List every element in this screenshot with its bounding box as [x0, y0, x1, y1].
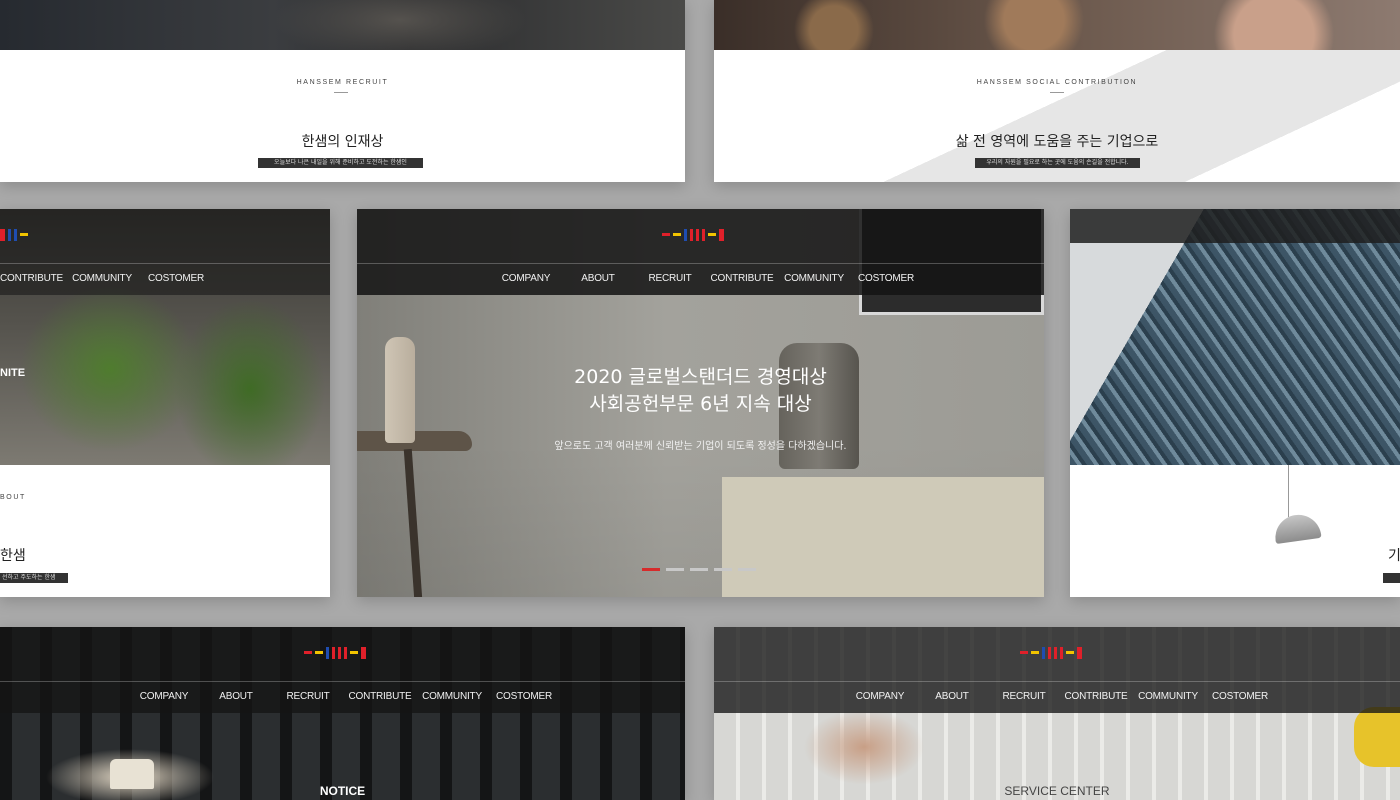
watch-shape: [1354, 707, 1400, 767]
building-header-bar: [1070, 209, 1400, 243]
recruit-divider: [334, 92, 348, 93]
service-nav: COMPANY ABOUT RECRUIT CONTRIBUTE COMMUNI…: [844, 691, 1276, 702]
social-preview-card: HANSSEM SOCIAL CONTRIBUTION 삶 전 영역에 도움을 …: [714, 0, 1400, 182]
service-nav-company[interactable]: COMPANY: [844, 691, 916, 702]
main-logo-icon[interactable]: [662, 229, 724, 241]
social-subtitle: 우리의 자원을 필요로 하는 곳에 도움의 손길을 전합니다.: [975, 158, 1140, 168]
service-preview-card: COMPANY ABOUT RECRUIT CONTRIBUTE COMMUNI…: [714, 627, 1400, 800]
about-nav-contribute[interactable]: CONTRIBUTE: [0, 273, 63, 284]
pendant-lamp-icon: [1288, 465, 1289, 517]
main-nav-about[interactable]: ABOUT: [562, 273, 634, 284]
service-nav-costomer[interactable]: COSTOMER: [1204, 691, 1276, 702]
main-hero-line1: 2020 글로벌스탠더드 경영대상: [574, 366, 827, 388]
about-nav: CONTRIBUTE COMMUNITY COSTOMER: [0, 273, 210, 284]
recruit-preview-card: HANSSEM RECRUIT 한샘의 인재상 오늘보다 나은 내일을 위해 준…: [0, 0, 685, 182]
notice-label: NOTICE: [319, 784, 366, 798]
notice-nav-costomer[interactable]: COSTOMER: [488, 691, 560, 702]
slide-indicator: [642, 568, 756, 571]
service-label: SERVICE CENTER: [1004, 784, 1110, 798]
about-preview-card: CONTRIBUTE COMMUNITY COSTOMER NITE BOUT …: [0, 209, 330, 597]
about-title: 한샘: [0, 548, 26, 564]
notice-nav: COMPANY ABOUT RECRUIT CONTRIBUTE COMMUNI…: [128, 691, 560, 702]
slide-dot-4[interactable]: [714, 568, 732, 571]
building-title-fragment: 기: [1388, 548, 1400, 564]
about-hero-fragment: NITE: [0, 367, 26, 379]
about-logo-icon: [0, 229, 28, 241]
service-nav-community[interactable]: COMMUNITY: [1132, 691, 1204, 702]
notice-logo-icon[interactable]: [304, 647, 366, 659]
notice-nav-recruit[interactable]: RECRUIT: [272, 691, 344, 702]
main-nav-community[interactable]: COMMUNITY: [778, 273, 850, 284]
main-hero-line2: 사회공헌부문 6년 지속 대상: [589, 393, 812, 415]
service-nav-about[interactable]: ABOUT: [916, 691, 988, 702]
notice-nav-company[interactable]: COMPANY: [128, 691, 200, 702]
recruit-hero-photo: [0, 0, 685, 50]
service-nav-contribute[interactable]: CONTRIBUTE: [1060, 691, 1132, 702]
social-divider: [1050, 92, 1064, 93]
about-nav-community[interactable]: COMMUNITY: [64, 273, 140, 284]
slide-dot-1[interactable]: [642, 568, 660, 571]
cabinet-shape: [722, 477, 1044, 597]
main-nav-recruit[interactable]: RECRUIT: [634, 273, 706, 284]
slide-dot-3[interactable]: [690, 568, 708, 571]
recruit-eyebrow: HANSSEM RECRUIT: [296, 79, 389, 86]
building-subtitle-bar: [1383, 573, 1400, 583]
recruit-subtitle: 오늘보다 나은 내일을 위해 준비하고 도전하는 한샘인: [258, 158, 423, 168]
notice-nav-contribute[interactable]: CONTRIBUTE: [344, 691, 416, 702]
notice-nav-about[interactable]: ABOUT: [200, 691, 272, 702]
about-eyebrow: BOUT: [0, 494, 26, 501]
social-hero-photo: [714, 0, 1400, 50]
main-hero-card: COMPANY ABOUT RECRUIT CONTRIBUTE COMMUNI…: [357, 209, 1044, 597]
main-hero-subtitle: 앞으로도 고객 여러분께 신뢰받는 기업이 되도록 정성을 다하겠습니다.: [554, 441, 847, 452]
about-subtitle: 선하고 주도하는 한샘: [0, 573, 68, 583]
building-preview-card: 기: [1070, 209, 1400, 597]
main-nav-contribute[interactable]: CONTRIBUTE: [706, 273, 778, 284]
recruit-title: 한샘의 인재상: [301, 134, 384, 150]
building-hero-photo: [1070, 209, 1400, 465]
main-nav: COMPANY ABOUT RECRUIT CONTRIBUTE COMMUNI…: [490, 273, 922, 284]
pendant-lamp-shade: [1272, 511, 1322, 545]
service-logo-icon[interactable]: [1020, 647, 1082, 659]
social-title: 삶 전 영역에 도움을 주는 기업으로: [955, 134, 1159, 150]
service-nav-recruit[interactable]: RECRUIT: [988, 691, 1060, 702]
notice-preview-card: COMPANY ABOUT RECRUIT CONTRIBUTE COMMUNI…: [0, 627, 685, 800]
main-nav-costomer[interactable]: COSTOMER: [850, 273, 922, 284]
main-nav-company[interactable]: COMPANY: [490, 273, 562, 284]
slide-dot-5[interactable]: [738, 568, 756, 571]
notice-nav-community[interactable]: COMMUNITY: [416, 691, 488, 702]
about-nav-costomer[interactable]: COSTOMER: [142, 273, 210, 284]
slide-dot-2[interactable]: [666, 568, 684, 571]
social-eyebrow: HANSSEM SOCIAL CONTRIBUTION: [976, 79, 1138, 86]
